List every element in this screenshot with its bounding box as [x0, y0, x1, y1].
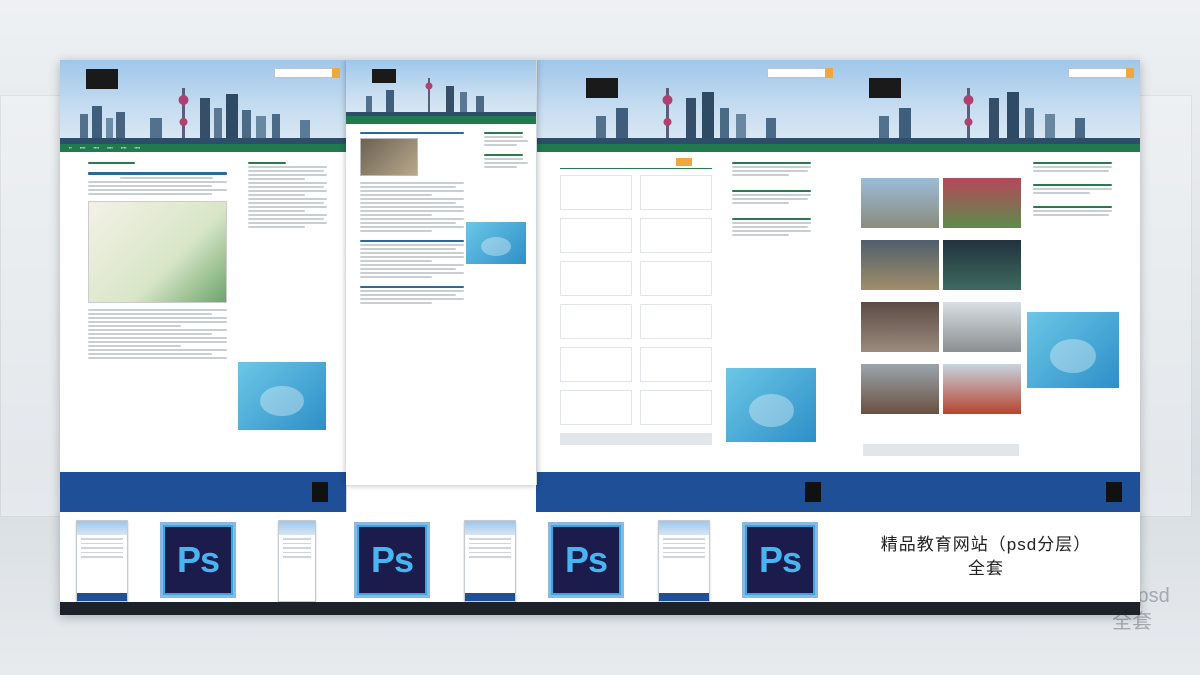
download-item[interactable] [640, 347, 712, 382]
product-title: 精品教育网站（psd分层） [880, 535, 1092, 554]
thumbnail-page[interactable] [658, 520, 710, 602]
gallery-photo[interactable] [943, 178, 1021, 228]
main-nav [346, 116, 536, 124]
download-item[interactable] [560, 261, 632, 296]
skyline-illustration [60, 88, 346, 144]
product-title-box: 精品教育网站（psd分层） 全套 [832, 512, 1140, 602]
skyline-banner [346, 60, 536, 116]
sidebar-categories [1025, 160, 1120, 218]
search-button[interactable] [1126, 68, 1134, 78]
thumbnail-strip: Ps Ps Ps Ps [60, 512, 830, 602]
promo-banner[interactable] [726, 368, 816, 442]
ps-file-icon[interactable]: Ps [548, 522, 624, 598]
article-list [352, 130, 472, 306]
search-input[interactable] [274, 68, 334, 78]
download-item[interactable] [560, 175, 632, 210]
download-item[interactable] [640, 390, 712, 425]
skyline-illustration [839, 88, 1140, 144]
qr-code [805, 482, 821, 502]
page-preview-article: ▪▪ ▪▪▪▪ ▪▪▪▪ ▪▪▪▪ ▪▪▪▪ ▪▪▪▪ [60, 60, 347, 512]
download-item[interactable] [560, 347, 632, 382]
download-item[interactable] [640, 218, 712, 253]
skyline-banner [839, 60, 1140, 144]
search-input[interactable] [1068, 68, 1128, 78]
gallery-photo[interactable] [943, 240, 1021, 290]
site-footer [839, 472, 1140, 512]
skyline-banner [536, 60, 839, 144]
sidebar-links [476, 130, 531, 170]
site-footer [536, 472, 839, 512]
load-more-button[interactable] [863, 444, 1019, 456]
download-grid [556, 175, 716, 425]
search-button[interactable] [825, 68, 833, 78]
thumbnail-page[interactable] [464, 520, 516, 602]
sidebar-news [240, 160, 335, 230]
site-footer [60, 472, 346, 512]
ps-file-icon[interactable]: Ps [354, 522, 430, 598]
promo-banner[interactable] [1027, 312, 1119, 388]
gallery-photo[interactable] [861, 178, 939, 228]
showcase-panel: ▪▪ ▪▪▪▪ ▪▪▪▪ ▪▪▪▪ ▪▪▪▪ ▪▪▪▪ Ps Ps Ps Ps … [60, 60, 1140, 615]
skyline-banner [60, 60, 346, 144]
skyline-illustration [346, 78, 536, 116]
qr-code [312, 482, 328, 502]
download-item[interactable] [560, 218, 632, 253]
promo-banner[interactable] [466, 222, 526, 264]
download-list [556, 158, 716, 453]
page-preview-list [346, 60, 537, 485]
tab-active[interactable] [676, 158, 692, 166]
gallery-photo[interactable] [943, 364, 1021, 414]
gallery-photo[interactable] [861, 302, 939, 352]
main-nav: ▪▪ ▪▪▪▪ ▪▪▪▪ ▪▪▪▪ ▪▪▪▪ ▪▪▪▪ [60, 144, 346, 152]
ps-file-icon[interactable]: Ps [160, 522, 236, 598]
load-more-button[interactable] [560, 433, 712, 445]
thumbnail-page[interactable] [76, 520, 128, 602]
download-item[interactable] [640, 304, 712, 339]
download-item[interactable] [560, 304, 632, 339]
download-item[interactable] [640, 175, 712, 210]
search-input[interactable] [767, 68, 827, 78]
qr-code [1106, 482, 1122, 502]
photo-gallery [861, 178, 1021, 414]
page-preview-downloads [536, 60, 840, 512]
main-nav [536, 144, 839, 152]
download-item[interactable] [640, 261, 712, 296]
sidebar-categories [724, 160, 819, 238]
thumbnail-page[interactable] [278, 520, 316, 602]
page-preview-gallery [839, 60, 1140, 512]
download-item[interactable] [560, 390, 632, 425]
article-photo [88, 201, 227, 303]
product-subtitle: 全套 [968, 559, 1004, 578]
main-nav [839, 144, 1140, 152]
gallery-photo[interactable] [943, 302, 1021, 352]
article-column [80, 160, 235, 361]
promo-banner[interactable] [238, 362, 326, 430]
skyline-illustration [536, 88, 839, 144]
ps-file-icon[interactable]: Ps [742, 522, 818, 598]
bottom-bar [60, 602, 1140, 615]
gallery-photo[interactable] [861, 364, 939, 414]
gallery-photo[interactable] [861, 240, 939, 290]
meeting-photo [360, 138, 418, 176]
search-button[interactable] [332, 68, 340, 78]
